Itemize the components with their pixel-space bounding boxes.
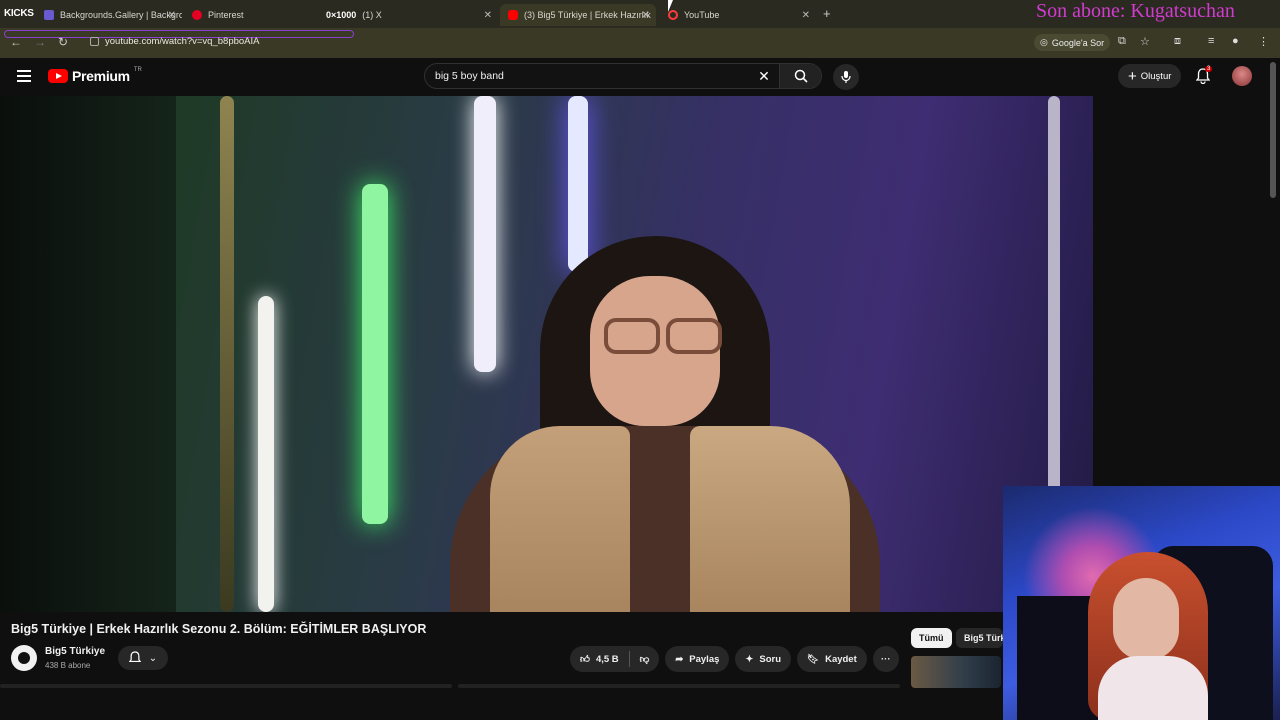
speaker-fur-vest-right — [690, 426, 850, 612]
glasses-icon — [600, 318, 728, 356]
close-icon[interactable]: ✕ — [802, 10, 810, 21]
profile-icon[interactable]: ● — [1232, 35, 1239, 47]
tab-label: (3) Big5 Türkiye | Erkek Hazırlık — [524, 10, 651, 20]
description-box-edge — [0, 684, 452, 688]
gallery-favicon-icon — [44, 10, 54, 20]
light-tube-white — [258, 296, 274, 612]
site-info-icon[interactable] — [90, 37, 99, 46]
share-label: Paylaş — [689, 653, 720, 665]
browser-menu-icon[interactable]: ⋮ — [1258, 35, 1269, 48]
like-count[interactable]: 4,5 B — [596, 654, 619, 665]
related-video-thumbnail[interactable] — [911, 656, 1001, 688]
youtube-premium-logo[interactable]: Premium TR — [48, 67, 142, 84]
pinterest-icon — [192, 10, 202, 20]
account-avatar[interactable] — [1232, 66, 1252, 86]
video-letterbox-left — [0, 96, 176, 612]
channel-name[interactable]: Big5 Türkiye — [45, 646, 105, 657]
lens-icon: ◎ — [1040, 37, 1048, 47]
search-button[interactable] — [779, 64, 821, 88]
tab-label: YouTube — [684, 10, 720, 20]
create-button[interactable]: + Oluştur — [1118, 64, 1182, 88]
light-tube-green — [362, 184, 388, 524]
extensions-icon[interactable]: ⧈ — [1174, 35, 1181, 48]
like-dislike-group: 👍︎ 4,5 B 👎︎ — [570, 646, 660, 672]
region-code: TR — [133, 67, 142, 73]
share-arrow-icon: ➦ — [675, 653, 684, 665]
chip-big5[interactable]: Big5 Türk — [956, 628, 1003, 648]
sparkle-icon: ✦ — [745, 653, 754, 665]
voice-search-button[interactable] — [833, 64, 859, 90]
tab-youtube[interactable]: YouTube ✕ — [660, 4, 816, 26]
tab-big5-active[interactable]: (3) Big5 Türkiye | Erkek Hazırlık ✕ — [500, 4, 656, 26]
light-tube-white — [474, 96, 496, 372]
chevron-down-icon: ⌄ — [148, 652, 158, 664]
channel-avatar[interactable] — [11, 645, 37, 671]
thumbs-up-icon[interactable]: 👍︎ — [580, 653, 590, 665]
video-actions: 👍︎ 4,5 B 👎︎ ➦ Paylaş ✦ Soru 🔖︎ Kaydet ··… — [570, 646, 899, 672]
ask-button[interactable]: ✦ Soru — [735, 646, 792, 672]
tab-x-prefix: 0×1000 — [326, 10, 357, 20]
search-input[interactable]: big 5 boy band — [435, 70, 749, 82]
tab-pinterest[interactable]: Pinterest — [184, 4, 316, 26]
kicks-logo: KICKS — [4, 8, 34, 19]
more-actions-button[interactable]: ··· — [872, 646, 899, 672]
tab-label: (1) X — [362, 10, 382, 20]
youtube-favicon-icon — [508, 10, 518, 20]
streamer-webcam-overlay — [1003, 486, 1280, 720]
video-player[interactable] — [0, 96, 1093, 612]
url-field[interactable]: youtube.com/watch?v=vq_b8pboAIA — [90, 36, 259, 47]
logo-text: Premium — [72, 68, 130, 84]
new-tab-icon[interactable]: + — [823, 6, 831, 21]
divider — [628, 651, 630, 667]
mouse-cursor-icon — [668, 0, 673, 12]
light-tube-blue — [568, 96, 588, 272]
install-app-icon[interactable]: ⧉ — [1118, 35, 1126, 48]
speaker-fur-vest-left — [490, 426, 630, 612]
media-control-icon[interactable]: ≡ — [1208, 35, 1214, 47]
bell-icon — [128, 651, 141, 663]
tab-label: Pinterest — [208, 10, 244, 20]
search-icon — [794, 69, 808, 83]
share-button[interactable]: ➦ Paylaş — [665, 646, 730, 672]
url-text: youtube.com/watch?v=vq_b8pboAIA — [105, 36, 260, 47]
google-sor-label: Google'a Sor — [1051, 37, 1105, 48]
stream-overlay-last-subscriber: Son abone: Kugatsuchan — [1036, 0, 1235, 22]
tab-backgrounds-gallery[interactable]: Backgrounds.Gallery | Backgrou ✕ — [36, 4, 182, 26]
subscription-bell-button[interactable]: ⌄ — [118, 646, 168, 670]
page-scrollbar[interactable] — [1270, 62, 1276, 198]
save-label: Kaydet — [825, 653, 857, 665]
shelf-pole — [220, 96, 234, 612]
plus-icon: + — [1128, 67, 1137, 85]
hamburger-menu-icon[interactable] — [17, 70, 31, 82]
tab-x[interactable]: 0×1000 (1) X ✕ — [318, 4, 498, 26]
ask-label: Soru — [759, 653, 782, 665]
bookmark-star-icon[interactable]: ☆ — [1140, 35, 1150, 48]
create-label: Oluştur — [1140, 70, 1172, 82]
chip-all[interactable]: Tümü — [911, 628, 952, 648]
streamer-face — [1113, 578, 1179, 660]
tab-label: Backgrounds.Gallery | Backgrou — [60, 10, 182, 20]
bookmark-icon: 🔖︎ — [807, 653, 820, 665]
back-arrow-icon[interactable]: ← — [10, 35, 22, 49]
save-button[interactable]: 🔖︎ Kaydet — [797, 646, 867, 672]
reload-icon[interactable]: ↻ — [58, 35, 68, 49]
more-horizontal-icon: ··· — [881, 653, 891, 665]
close-icon[interactable]: ✕ — [484, 10, 492, 21]
comments-box-edge — [458, 684, 900, 688]
video-title: Big5 Türkiye | Erkek Hazırlık Sezonu 2. … — [11, 622, 427, 636]
streamer-body — [1098, 656, 1208, 720]
google-sor-button[interactable]: ◎ Google'a Sor — [1034, 34, 1111, 51]
search-box[interactable]: big 5 boy band ✕ — [424, 63, 822, 89]
clear-search-icon[interactable]: ✕ — [749, 68, 779, 85]
subscriber-count: 438 B abone — [45, 661, 91, 670]
thumbs-down-icon[interactable]: 👎︎ — [640, 653, 650, 665]
microphone-icon — [841, 71, 851, 83]
forward-arrow-icon[interactable]: → — [34, 35, 46, 49]
youtube-play-icon — [48, 69, 68, 83]
close-icon[interactable]: ✕ — [168, 10, 176, 21]
close-icon[interactable]: ✕ — [642, 10, 650, 21]
